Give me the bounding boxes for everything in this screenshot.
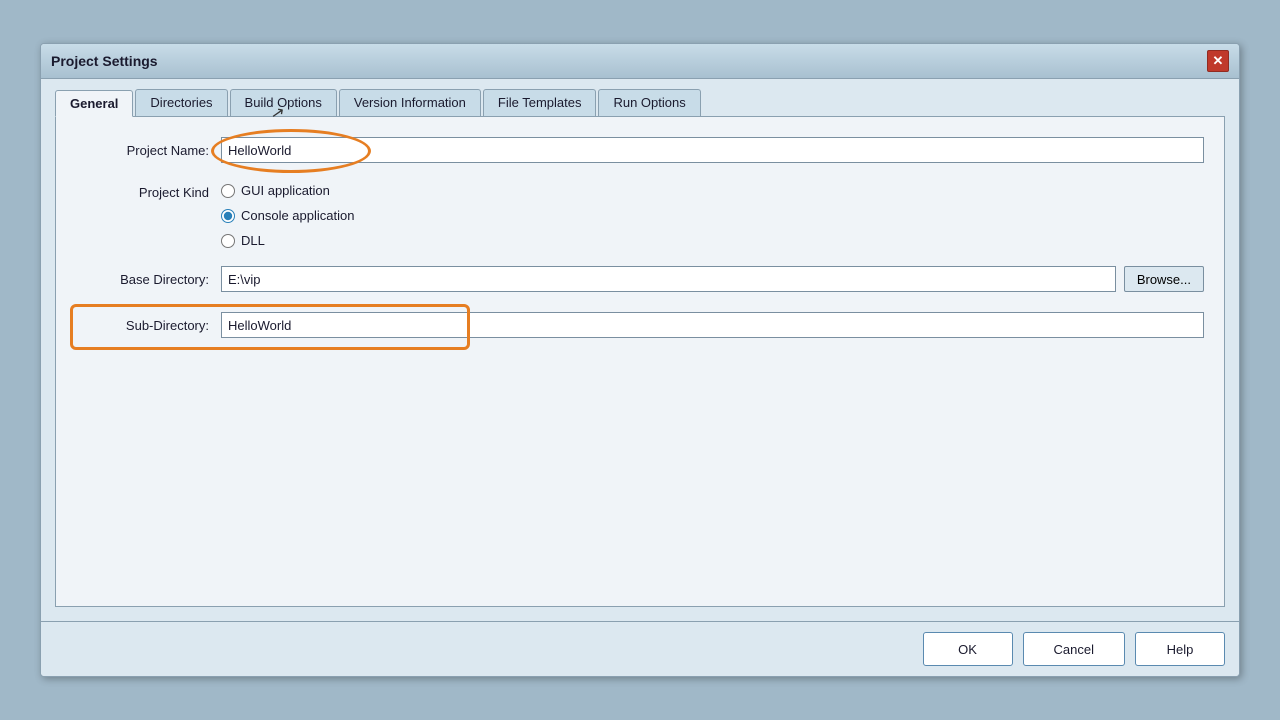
tab-content-general: Project Name: Project Kind GUI applicati… (55, 117, 1225, 607)
radio-dll-label: DLL (241, 233, 265, 248)
tab-general[interactable]: General (55, 90, 133, 117)
tab-bar: General Directories Build Options Versio… (55, 89, 1225, 117)
browse-button[interactable]: Browse... (1124, 266, 1204, 292)
ok-button[interactable]: OK (923, 632, 1013, 666)
project-name-input[interactable] (221, 137, 1204, 163)
radio-options-group: GUI application Console application DLL (221, 183, 354, 248)
radio-console-option[interactable]: Console application (221, 208, 354, 223)
dialog-title: Project Settings (51, 53, 158, 69)
cancel-button[interactable]: Cancel (1023, 632, 1125, 666)
base-directory-label: Base Directory: (76, 272, 221, 287)
tab-file-templates[interactable]: File Templates (483, 89, 597, 116)
dialog-body: General Directories Build Options Versio… (41, 79, 1239, 621)
tab-run-options[interactable]: Run Options (598, 89, 700, 116)
tab-version-information[interactable]: Version Information (339, 89, 481, 116)
base-directory-row: Base Directory: Browse... (76, 266, 1204, 292)
dialog-footer: OK Cancel Help (41, 621, 1239, 676)
project-name-row: Project Name: (76, 137, 1204, 163)
base-directory-input[interactable] (221, 266, 1116, 292)
radio-gui-input[interactable] (221, 184, 235, 198)
radio-console-label: Console application (241, 208, 354, 223)
sub-directory-row: Sub-Directory: (76, 312, 1204, 338)
project-kind-label: Project Kind (76, 183, 221, 200)
radio-dll-option[interactable]: DLL (221, 233, 354, 248)
tab-directories[interactable]: Directories (135, 89, 227, 116)
radio-dll-input[interactable] (221, 234, 235, 248)
help-button[interactable]: Help (1135, 632, 1225, 666)
close-button[interactable]: ✕ (1207, 50, 1229, 72)
project-name-label: Project Name: (76, 143, 221, 158)
sub-directory-input[interactable] (221, 312, 1204, 338)
radio-gui-option[interactable]: GUI application (221, 183, 354, 198)
project-settings-dialog: Project Settings ✕ General Directories B… (40, 43, 1240, 677)
tab-build-options[interactable]: Build Options (230, 89, 337, 116)
radio-gui-label: GUI application (241, 183, 330, 198)
radio-console-input[interactable] (221, 209, 235, 223)
sub-directory-label: Sub-Directory: (76, 318, 221, 333)
title-bar: Project Settings ✕ (41, 44, 1239, 79)
project-kind-row: Project Kind GUI application Console app… (76, 183, 1204, 248)
